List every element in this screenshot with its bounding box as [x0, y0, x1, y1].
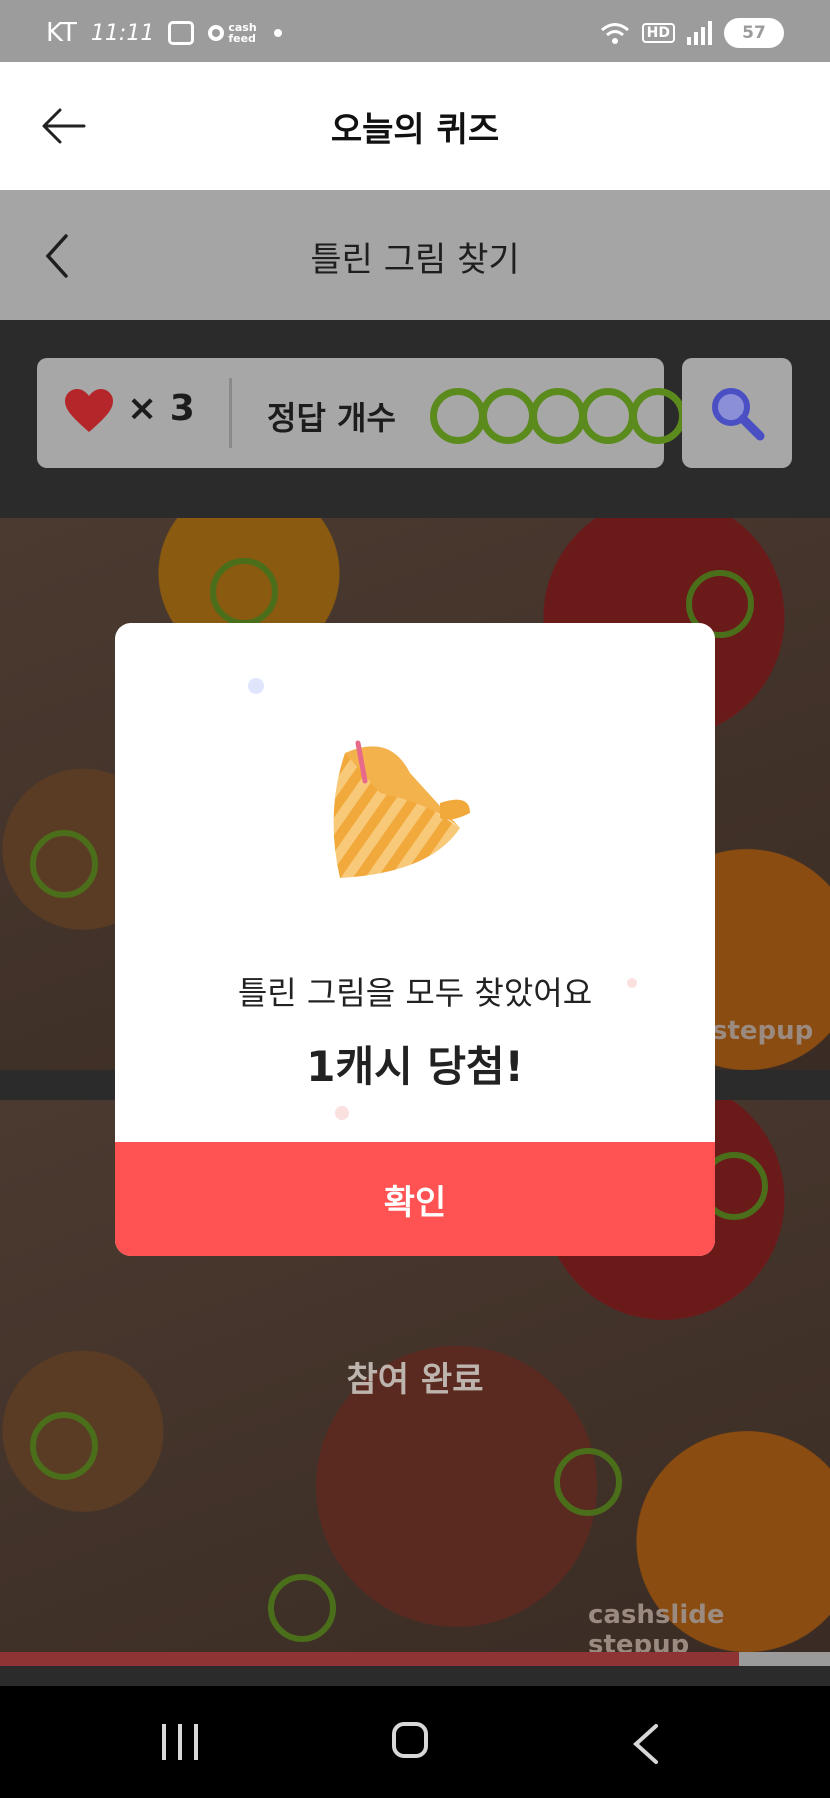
screenshot-icon — [168, 21, 195, 45]
answer-indicators — [430, 388, 686, 444]
answer-found-indicator — [630, 388, 686, 444]
wifi-icon — [600, 23, 629, 44]
timer-progress-bar — [0, 1652, 830, 1666]
recent-apps-icon[interactable] — [162, 1724, 198, 1760]
game-header: 틀린 그림 찾기 — [0, 190, 830, 320]
watermark-text: cashslide stepup — [588, 1600, 725, 1652]
confetti-dot — [248, 678, 264, 694]
battery-level: 57 — [742, 23, 766, 43]
game-title: 틀린 그림 찾기 — [310, 240, 520, 280]
party-popper-icon — [333, 740, 470, 878]
heart-icon — [65, 389, 113, 432]
found-mark — [30, 830, 98, 898]
cashfeed-icon: cash feed — [208, 22, 260, 44]
hd-icon: HD — [641, 23, 675, 43]
reward-text: 1캐시 당첨! — [306, 1042, 524, 1091]
found-mark — [554, 1448, 622, 1516]
score-card: × 3 정답 개수 — [37, 358, 686, 468]
answer-found-indicator — [480, 388, 536, 444]
success-dialog: 틀린 그림을 모두 찾았어요 1캐시 당첨! 확인 — [115, 623, 715, 1256]
timer-progress-fill — [0, 1652, 739, 1666]
signal-icon — [687, 21, 712, 45]
status-right-group: HD 57 — [600, 18, 784, 48]
cash-feed-label: cash feed — [228, 21, 257, 45]
participation-done-label: 참여 완료 — [346, 1360, 484, 1400]
nav-back-icon[interactable] — [632, 1724, 660, 1764]
search-icon — [712, 388, 765, 441]
system-nav-bar — [0, 1686, 830, 1798]
found-mark — [210, 558, 278, 626]
answer-found-indicator — [580, 388, 636, 444]
card-divider — [229, 378, 232, 448]
answer-found-indicator — [530, 388, 586, 444]
status-left-group: KT 11:11 cash feed — [46, 18, 283, 48]
notification-dot-icon — [274, 29, 283, 37]
watermark-text: stepup — [712, 1016, 814, 1046]
confetti-dot — [335, 1106, 349, 1120]
answer-count-label: 정답 개수 — [267, 399, 396, 437]
app-header: 오늘의 퀴즈 — [0, 62, 830, 190]
status-bar: KT 11:11 cash feed HD 57 — [0, 0, 830, 62]
answer-found-indicator — [430, 388, 486, 444]
lives-count: × 3 — [127, 388, 195, 429]
page-title: 오늘의 퀴즈 — [330, 110, 500, 150]
carrier-label: KT — [46, 18, 77, 48]
found-mark — [268, 1574, 336, 1642]
confirm-button[interactable]: 확인 — [115, 1142, 715, 1256]
home-icon[interactable] — [392, 1722, 428, 1758]
dialog-message: 틀린 그림을 모두 찾았어요 — [237, 974, 593, 1012]
battery-icon: 57 — [724, 18, 784, 48]
clock-label: 11:11 — [90, 20, 155, 46]
hint-button[interactable] — [682, 358, 792, 468]
found-mark — [30, 1412, 98, 1480]
